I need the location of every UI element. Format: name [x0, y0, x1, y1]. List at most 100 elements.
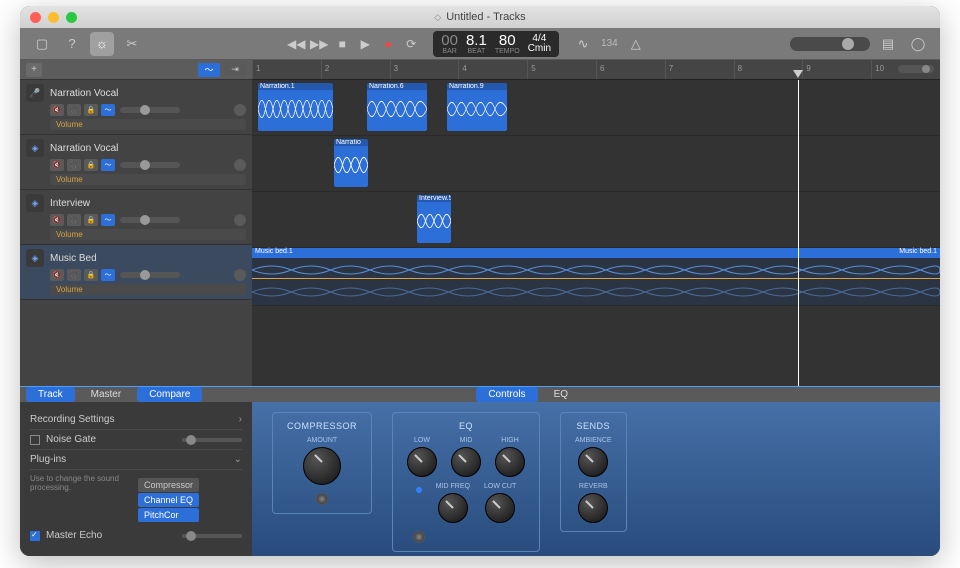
master-echo-slider[interactable] [182, 534, 242, 538]
track-volume-slider[interactable] [120, 162, 180, 168]
compare-button[interactable]: Compare [137, 387, 202, 402]
add-track-button[interactable]: + [26, 63, 42, 77]
solo-button[interactable]: 🎧 [67, 104, 81, 116]
track-volume-slider[interactable] [120, 107, 180, 113]
forward-icon[interactable]: ▶▶ [309, 34, 329, 54]
timeline: 1 2 3 4 5 6 7 8 9 10 Narration.1 [252, 60, 940, 386]
lane[interactable]: Narration.1 Narration.6 Narration.9 [252, 80, 940, 136]
catch-toggle[interactable]: ⇥ [224, 63, 246, 77]
loops-icon[interactable]: ◯ [906, 32, 930, 56]
master-echo-checkbox[interactable] [30, 531, 40, 541]
solo-button[interactable]: 🎧 [67, 269, 81, 281]
reverb-knob[interactable] [578, 493, 608, 523]
solo-button[interactable]: 🎧 [67, 214, 81, 226]
audio-region[interactable]: Music bed.1 Music bed.1 [252, 248, 940, 258]
scissors-icon[interactable]: ✂ [120, 32, 144, 56]
track-row[interactable]: ◈Interview 🔇 🎧 🔒 〜 Volume [20, 190, 252, 245]
audio-region[interactable]: Narration.9 [447, 83, 507, 131]
eq-mid-knob[interactable] [451, 447, 481, 477]
plugin-slot[interactable]: PitchCor [138, 508, 199, 522]
recording-settings-row[interactable]: Recording Settings › [30, 410, 242, 430]
notepad-icon[interactable]: ▤ [876, 32, 900, 56]
automation-line[interactable] [252, 278, 940, 279]
audio-region[interactable]: Interview.5 [417, 195, 451, 243]
track-volume-slider[interactable] [120, 272, 180, 278]
maximize-icon[interactable] [66, 12, 77, 23]
mute-button[interactable]: 🔇 [50, 104, 64, 116]
automation-toggle[interactable]: 〜 [198, 63, 220, 77]
record-enable[interactable] [234, 214, 246, 226]
eq-box: EQ LOW MID HIGH MID FREQ LOW CUT [392, 412, 540, 552]
toolbar: ▢ ? ☼ ✂ ◀◀ ▶▶ ■ ▶ ● ⟳ 00BAR 8.1BEAT 80TE… [20, 28, 940, 60]
eq-lowcut-knob[interactable] [485, 493, 515, 523]
mute-button[interactable]: 🔇 [50, 159, 64, 171]
ruler[interactable]: 1 2 3 4 5 6 7 8 9 10 [252, 60, 940, 80]
eq-midfreq-knob[interactable] [438, 493, 468, 523]
master-echo-row[interactable]: Master Echo [30, 526, 242, 545]
lane[interactable]: Narratio [252, 136, 940, 192]
plugins-row[interactable]: Plug-ins ⌄ [30, 450, 242, 470]
tab-master[interactable]: Master [79, 387, 134, 402]
rewind-icon[interactable]: ◀◀ [286, 34, 306, 54]
audio-region[interactable]: Narration.6 [367, 83, 427, 131]
input-button[interactable]: 〜 [101, 214, 115, 226]
input-button[interactable]: 〜 [101, 159, 115, 171]
plugin-slot[interactable]: Channel EQ [138, 493, 199, 507]
smart-controls-icon[interactable]: ☼ [90, 32, 114, 56]
lock-button[interactable]: 🔒 [84, 104, 98, 116]
chevron-right-icon: › [239, 414, 242, 425]
zoom-slider[interactable] [898, 65, 934, 73]
lcd-display[interactable]: 00BAR 8.1BEAT 80TEMPO 4/4Cmin [433, 31, 559, 57]
tab-track[interactable]: Track [26, 387, 75, 402]
lane[interactable]: Interview.5 [252, 192, 940, 248]
audio-icon: ◈ [26, 249, 44, 267]
tab-eq[interactable]: EQ [542, 387, 580, 402]
tab-controls[interactable]: Controls [476, 387, 537, 402]
automation-param[interactable]: Volume [50, 174, 246, 185]
automation-param[interactable]: Volume [50, 119, 246, 130]
record-enable[interactable] [234, 104, 246, 116]
input-button[interactable]: 〜 [101, 104, 115, 116]
automation-param[interactable]: Volume [50, 284, 246, 295]
play-icon[interactable]: ▶ [355, 34, 375, 54]
eq-high-knob[interactable] [495, 447, 525, 477]
close-icon[interactable] [30, 12, 41, 23]
sends-box: SENDS AMBIENCE REVERB [560, 412, 627, 532]
playhead[interactable] [798, 80, 799, 386]
track-row[interactable]: ◈Narration Vocal 🔇 🎧 🔒 〜 Volume [20, 135, 252, 190]
automation-param[interactable]: Volume [50, 229, 246, 240]
eq-low-knob[interactable] [407, 447, 437, 477]
plugin-slot[interactable]: Compressor [138, 478, 199, 492]
master-volume-slider[interactable] [790, 37, 870, 51]
record-enable[interactable] [234, 159, 246, 171]
cycle-icon[interactable]: ⟳ [401, 34, 421, 54]
minimize-icon[interactable] [48, 12, 59, 23]
help-icon[interactable]: ? [60, 32, 84, 56]
noise-gate-slider[interactable] [182, 438, 242, 442]
solo-button[interactable]: 🎧 [67, 159, 81, 171]
arrange-area[interactable]: Narration.1 Narration.6 Narration.9 Narr [252, 80, 940, 386]
audio-region[interactable]: Narratio [334, 139, 368, 187]
track-volume-slider[interactable] [120, 217, 180, 223]
lock-button[interactable]: 🔒 [84, 269, 98, 281]
compressor-amount-knob[interactable] [303, 447, 341, 485]
stop-icon[interactable]: ■ [332, 34, 352, 54]
noise-gate-checkbox[interactable] [30, 435, 40, 445]
lock-button[interactable]: 🔒 [84, 159, 98, 171]
output-jack-icon [316, 493, 328, 505]
record-enable[interactable] [234, 269, 246, 281]
lock-button[interactable]: 🔒 [84, 214, 98, 226]
track-row[interactable]: 🎤Narration Vocal 🔇 🎧 🔒 〜 Volume [20, 80, 252, 135]
ambience-knob[interactable] [578, 447, 608, 477]
record-icon[interactable]: ● [378, 34, 398, 54]
metronome-icon[interactable]: △ [624, 32, 648, 56]
audio-region[interactable]: Narration.1 [258, 83, 333, 131]
track-row[interactable]: ◈Music Bed 🔇 🎧 🔒 〜 Volume [20, 245, 252, 300]
input-button[interactable]: 〜 [101, 269, 115, 281]
noise-gate-row[interactable]: Noise Gate [30, 430, 242, 450]
mute-button[interactable]: 🔇 [50, 214, 64, 226]
lane[interactable]: Music bed.1 Music bed.1 [252, 248, 940, 306]
mute-button[interactable]: 🔇 [50, 269, 64, 281]
tuner-icon[interactable]: ∿ [571, 32, 595, 56]
library-icon[interactable]: ▢ [30, 32, 54, 56]
